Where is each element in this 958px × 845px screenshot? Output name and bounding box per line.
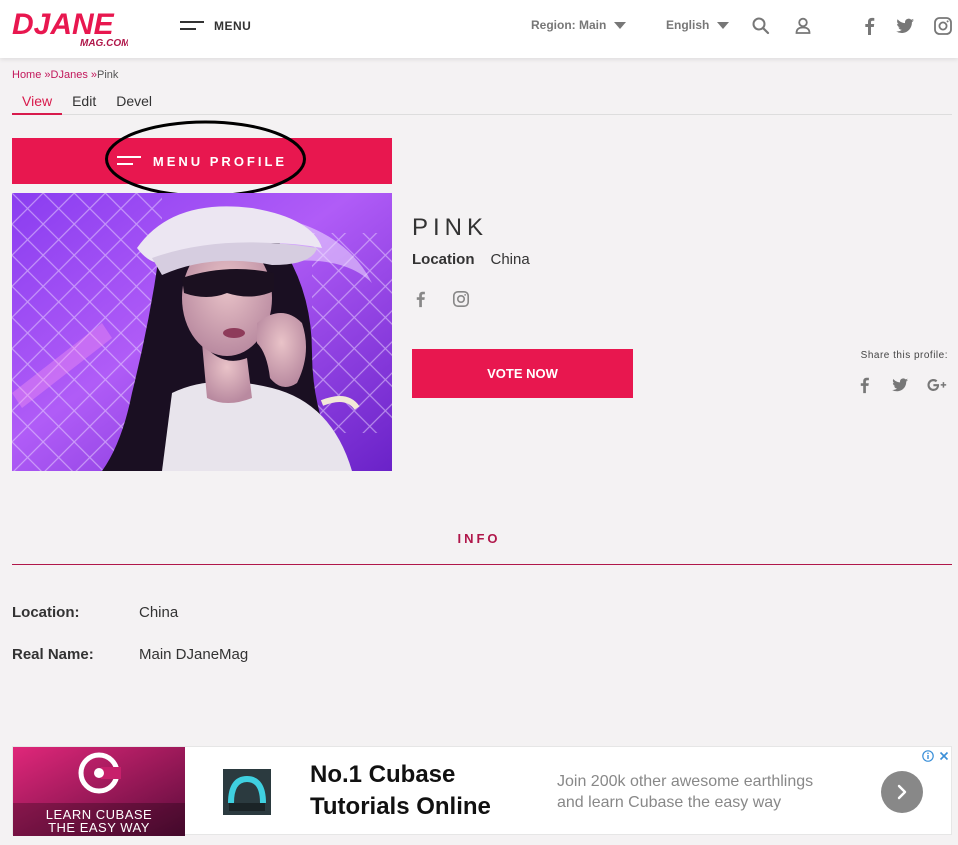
- info-section-title: INFO: [457, 531, 501, 546]
- chevron-down-icon: [717, 21, 730, 29]
- share-twitter-icon[interactable]: [890, 376, 910, 394]
- close-icon[interactable]: [938, 750, 950, 762]
- ad-thumbnail: [223, 769, 271, 815]
- vote-now-button[interactable]: VOTE NOW: [412, 349, 633, 398]
- info-icon[interactable]: [922, 750, 934, 762]
- profile-photo: [12, 193, 392, 471]
- profile-name: PINK: [412, 214, 489, 241]
- region-label: Region: Main: [531, 18, 607, 32]
- hamburger-icon: [180, 21, 204, 31]
- share-facebook-icon[interactable]: [856, 376, 874, 394]
- ad-headline: No.1 Cubase Tutorials Online: [310, 761, 491, 820]
- tab-devel[interactable]: Devel: [106, 93, 162, 115]
- ad-image[interactable]: LEARN CUBASE THE EASY WAY: [13, 747, 185, 836]
- ad-next-button[interactable]: [881, 771, 923, 813]
- tab-edit[interactable]: Edit: [62, 93, 106, 115]
- region-dropdown[interactable]: Region: Main: [531, 18, 627, 32]
- info-key: Location:: [12, 604, 80, 621]
- annotation-ellipse: [105, 120, 306, 198]
- main-menu-button[interactable]: MENU: [180, 17, 251, 35]
- ad-subtext: Join 200k other awesome earthlings and l…: [557, 773, 814, 811]
- chevron-right-icon: [897, 784, 907, 800]
- instagram-icon[interactable]: [933, 16, 953, 36]
- facebook-icon[interactable]: [860, 16, 880, 36]
- profile-location: Location China: [412, 251, 530, 268]
- breadcrumb: Home »DJanes »Pink: [12, 69, 119, 81]
- profile-social-links: [412, 290, 470, 308]
- main-menu-label: MENU: [214, 19, 252, 33]
- facebook-icon[interactable]: [412, 290, 430, 308]
- share-label: Share this profile:: [860, 350, 948, 361]
- breadcrumb-home[interactable]: Home: [12, 69, 41, 81]
- share-icons: [856, 376, 948, 394]
- user-icon[interactable]: [793, 16, 813, 36]
- site-header: DJANE MAG.COM MENU Region: Main English: [0, 0, 958, 58]
- ad-choices[interactable]: [922, 749, 950, 763]
- djanemag-logo[interactable]: DJANE MAG.COM: [10, 4, 128, 50]
- info-value: Main DJaneMag: [139, 646, 249, 663]
- info-key: Real Name:: [12, 646, 94, 663]
- language-dropdown[interactable]: English: [666, 18, 730, 32]
- ad-image-line2: THE EASY WAY: [48, 820, 150, 835]
- location-label: Location: [412, 251, 475, 268]
- chevron-down-icon: [614, 21, 627, 29]
- logo-text: DJANE: [12, 8, 115, 41]
- share-google-plus-icon[interactable]: [926, 376, 948, 394]
- admin-tabs: View Edit Devel: [12, 93, 952, 115]
- twitter-icon[interactable]: [895, 16, 915, 36]
- instagram-icon[interactable]: [452, 290, 470, 308]
- info-divider: [12, 564, 952, 565]
- location-value: China: [490, 251, 530, 268]
- advertisement-banner[interactable]: LEARN CUBASE THE EASY WAY No.1 Cubase Tu…: [12, 746, 952, 836]
- tab-view[interactable]: View: [12, 93, 63, 115]
- breadcrumb-current: Pink: [97, 69, 119, 81]
- logo-subtext: MAG.COM: [80, 38, 128, 49]
- search-icon[interactable]: [751, 16, 771, 36]
- language-label: English: [666, 18, 710, 32]
- info-value: China: [139, 604, 179, 621]
- breadcrumb-djanes[interactable]: DJanes: [51, 69, 88, 81]
